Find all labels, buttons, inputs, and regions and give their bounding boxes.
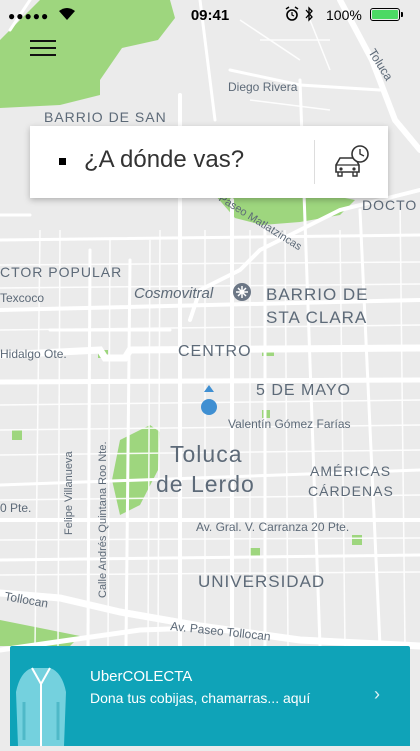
hamburger-menu-icon[interactable]: [30, 40, 56, 60]
map[interactable]: Toluca Diego Rivera BARRIO DE SAN DOCTO …: [0, 0, 420, 746]
jacket-illustration: [10, 662, 72, 746]
label-valentin: Valentín Gómez Farías: [228, 417, 351, 431]
alarm-icon: [285, 6, 299, 27]
label-americas: AMÉRICAS: [310, 463, 391, 479]
label-cosmovitral: Cosmovitral: [134, 285, 214, 302]
battery-icon: [370, 8, 403, 21]
destination-placeholder[interactable]: ¿A dónde vas?: [84, 146, 244, 174]
label-cardenas: CÁRDENAS: [308, 483, 394, 499]
destination-search-bar[interactable]: ¿A dónde vas?: [30, 126, 388, 198]
battery-fill: [372, 10, 398, 19]
label-universidad: UNIVERSIDAD: [198, 572, 325, 591]
label-cinco-de-mayo: 5 DE MAYO: [256, 382, 351, 399]
label-felipe-villanueva: Felipe Villanueva: [63, 451, 75, 535]
label-diego-rivera: Diego Rivera: [228, 80, 298, 94]
label-barrio-de-san: BARRIO DE SAN: [44, 109, 167, 125]
label-carranza: Av. Gral. V. Carranza 20 Pte.: [196, 520, 349, 534]
promo-subtitle: Dona tus cobijas, chamarras... aquí: [90, 690, 311, 706]
battery-percent: 100%: [326, 7, 362, 23]
cosmovitral-landmark-icon[interactable]: [233, 283, 251, 301]
label-de-lerdo: de Lerdo: [156, 471, 255, 497]
label-ctor-popular: CTOR POPULAR: [0, 264, 122, 280]
label-docto: DOCTO: [362, 197, 417, 213]
label-hidalgo: Hidalgo Ote.: [0, 347, 67, 361]
destination-square-icon: [59, 158, 66, 165]
label-pte: 0 Pte.: [0, 501, 31, 515]
status-bar: ●●●●● 09:41 100%: [0, 0, 420, 30]
label-calle-andres: Calle Andrés Quintana Roo Nte.: [97, 441, 109, 598]
label-toluca-city: Toluca: [170, 441, 242, 467]
label-texcoco: Texcoco: [0, 291, 44, 305]
label-centro: CENTRO: [178, 343, 252, 360]
promo-card-ubercolecta[interactable]: UberCOLECTA Dona tus cobijas, chamarras.…: [10, 646, 410, 746]
search-divider: [314, 140, 315, 184]
label-barrio-de: BARRIO DE: [266, 285, 369, 304]
chevron-right-icon[interactable]: ›: [374, 684, 380, 705]
promo-title: UberCOLECTA: [90, 668, 193, 685]
label-sta-clara: STA CLARA: [266, 308, 367, 327]
bluetooth-icon: [304, 6, 314, 27]
schedule-ride-icon[interactable]: [333, 144, 371, 180]
